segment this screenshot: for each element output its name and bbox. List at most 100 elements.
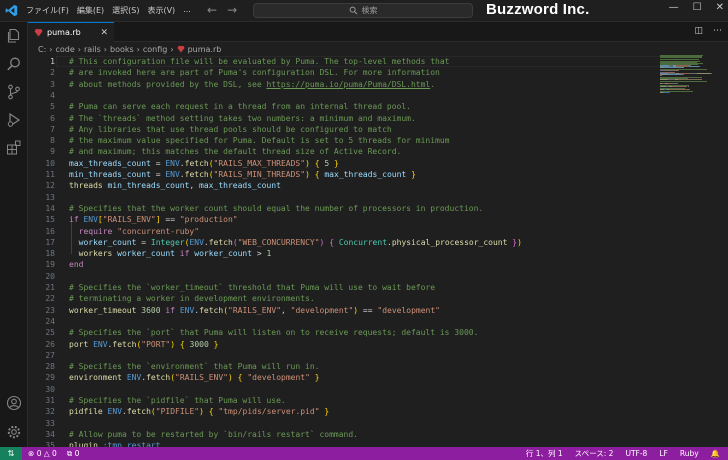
- tab-label: puma.rb: [47, 28, 81, 37]
- code-token: fetch: [126, 407, 151, 417]
- split-editor-icon[interactable]: ◫: [694, 26, 703, 36]
- menu-more[interactable]: ...: [179, 5, 195, 16]
- vscode-logo-icon: [0, 0, 22, 22]
- ports-indicator[interactable]: ⧉ 0: [67, 449, 80, 459]
- code-token: 1: [266, 249, 272, 259]
- code-token: "PIDFILE": [155, 407, 200, 417]
- minimap-line: [682, 73, 684, 75]
- code-token: ==: [358, 305, 378, 315]
- code-text: port ENV.fetch("PORT") { 3000 }: [69, 339, 218, 350]
- account-icon[interactable]: [6, 395, 22, 411]
- breadcrumb-rails[interactable]: rails: [84, 45, 101, 54]
- line-number: 30: [45, 384, 55, 394]
- code-token: require: [78, 226, 113, 236]
- watermark-logo: Buzzword Inc.: [486, 1, 590, 18]
- minimap-line: [711, 72, 712, 74]
- code-text: # and maximum; this matches the default …: [69, 146, 401, 157]
- code-token: fetch: [146, 373, 171, 383]
- explorer-icon[interactable]: [6, 28, 22, 44]
- remote-indicator-icon[interactable]: ⇅: [0, 447, 22, 460]
- minimap-line: [688, 66, 700, 67]
- minimize-icon[interactable]: —: [669, 2, 679, 13]
- line-number: 2: [50, 68, 55, 78]
- extensions-icon[interactable]: [6, 140, 22, 156]
- line-number: 10: [45, 158, 55, 168]
- search-icon[interactable]: [6, 56, 22, 72]
- forward-arrow-icon[interactable]: →: [227, 3, 247, 17]
- code-token: if: [179, 249, 190, 259]
- code-token: "production": [179, 215, 238, 225]
- indentation[interactable]: スペース: 2: [575, 448, 614, 459]
- back-arrow-icon[interactable]: ←: [207, 3, 227, 17]
- code-token: # terminating a worker in development en…: [69, 294, 315, 304]
- code-token: max_threads_count: [319, 170, 412, 179]
- notifications-bell-icon[interactable]: 🔔: [711, 449, 720, 458]
- menu-edit[interactable]: 編集(E): [73, 5, 108, 16]
- code-token: # about methods provided by the DSL, see: [69, 79, 267, 89]
- chevron-right-icon: ›: [103, 44, 107, 54]
- minimap-line: [677, 89, 689, 91]
- code-text: plugin :tmp_restart: [69, 440, 161, 447]
- line-number: 20: [45, 271, 55, 281]
- code-token: ==: [160, 215, 180, 225]
- code-editor[interactable]: 1 # This configuration file will be evalu…: [28, 55, 728, 447]
- breadcrumb-books[interactable]: books: [110, 45, 134, 54]
- code-token: min_threads_count, max_threads_count: [102, 181, 281, 191]
- command-center-search[interactable]: 検索: [253, 3, 473, 18]
- code-token: # The `threads` method setting takes two…: [69, 113, 416, 123]
- maximize-icon[interactable]: ☐: [693, 2, 702, 13]
- code-text: pidfile ENV.fetch("PIDFILE") { "tmp/pids…: [69, 406, 329, 417]
- cursor-position[interactable]: 行 1、列 1: [526, 448, 563, 459]
- menu-view[interactable]: 表示(V): [143, 5, 179, 16]
- close-window-icon[interactable]: ✕: [716, 2, 724, 13]
- problems-indicator[interactable]: ⊗ 0 △ 0: [28, 449, 57, 459]
- breadcrumb-drive[interactable]: C:: [38, 45, 46, 54]
- code-token: =: [150, 158, 166, 168]
- minimap-line: [699, 66, 700, 67]
- code-token: fetch: [208, 237, 233, 247]
- code-text: # This configuration file will be evalua…: [69, 56, 450, 67]
- activity-bar: [0, 22, 28, 447]
- code-token: "RAILS_ENV": [102, 215, 156, 225]
- code-token: workers: [78, 249, 113, 259]
- code-token: ENV: [126, 373, 142, 383]
- end-of-line[interactable]: LF: [659, 449, 668, 458]
- menu-selection[interactable]: 選択(S): [108, 5, 143, 16]
- minimap[interactable]: [660, 55, 718, 95]
- more-actions-icon[interactable]: ⋯: [713, 26, 722, 36]
- code-token: physical_processor_count: [391, 237, 508, 247]
- code-token: if: [165, 305, 175, 315]
- minimap-line: [701, 57, 702, 59]
- code-text: require "concurrent-ruby": [69, 226, 199, 237]
- settings-gear-icon[interactable]: [6, 424, 22, 440]
- line-number: 9: [50, 147, 55, 157]
- close-tab-icon[interactable]: ✕: [100, 28, 108, 38]
- code-token: "development": [247, 373, 310, 383]
- line-number: 29: [45, 373, 55, 383]
- line-number: 5: [50, 102, 55, 112]
- line-number: 28: [45, 362, 55, 372]
- editor-tab-bar: puma.rb ✕ ◫ ⋯: [28, 22, 728, 42]
- code-token: max_threads_count: [69, 158, 151, 168]
- code-token: # Any libraries that use thread pools sh…: [69, 124, 392, 134]
- language-mode[interactable]: Ruby: [680, 449, 699, 458]
- code-text: # about methods provided by the DSL, see…: [69, 79, 435, 90]
- breadcrumb-code[interactable]: code: [55, 45, 74, 54]
- code-token: # This configuration file will be evalua…: [69, 57, 450, 66]
- line-number: 12: [45, 181, 55, 191]
- code-token: 3600: [141, 305, 161, 315]
- source-control-icon[interactable]: [6, 84, 22, 100]
- run-debug-icon[interactable]: [6, 112, 22, 128]
- code-text: # are invoked here are part of Puma's co…: [69, 67, 440, 78]
- code-text: # Specifies the `port` that Puma will li…: [69, 327, 478, 338]
- ruby-file-icon: [34, 29, 43, 37]
- line-number: 21: [45, 283, 55, 292]
- tab-puma-rb[interactable]: puma.rb ✕: [28, 22, 114, 42]
- code-text: # The `threads` method setting takes two…: [69, 113, 416, 124]
- breadcrumb-config[interactable]: config: [143, 45, 167, 54]
- encoding[interactable]: UTF-8: [625, 449, 647, 458]
- minimap-line: [660, 74, 662, 76]
- code-token: # Allow puma to be restarted by `bin/rai…: [69, 429, 358, 439]
- menu-file[interactable]: ファイル(F): [22, 5, 73, 16]
- breadcrumb-file[interactable]: puma.rb: [188, 45, 222, 54]
